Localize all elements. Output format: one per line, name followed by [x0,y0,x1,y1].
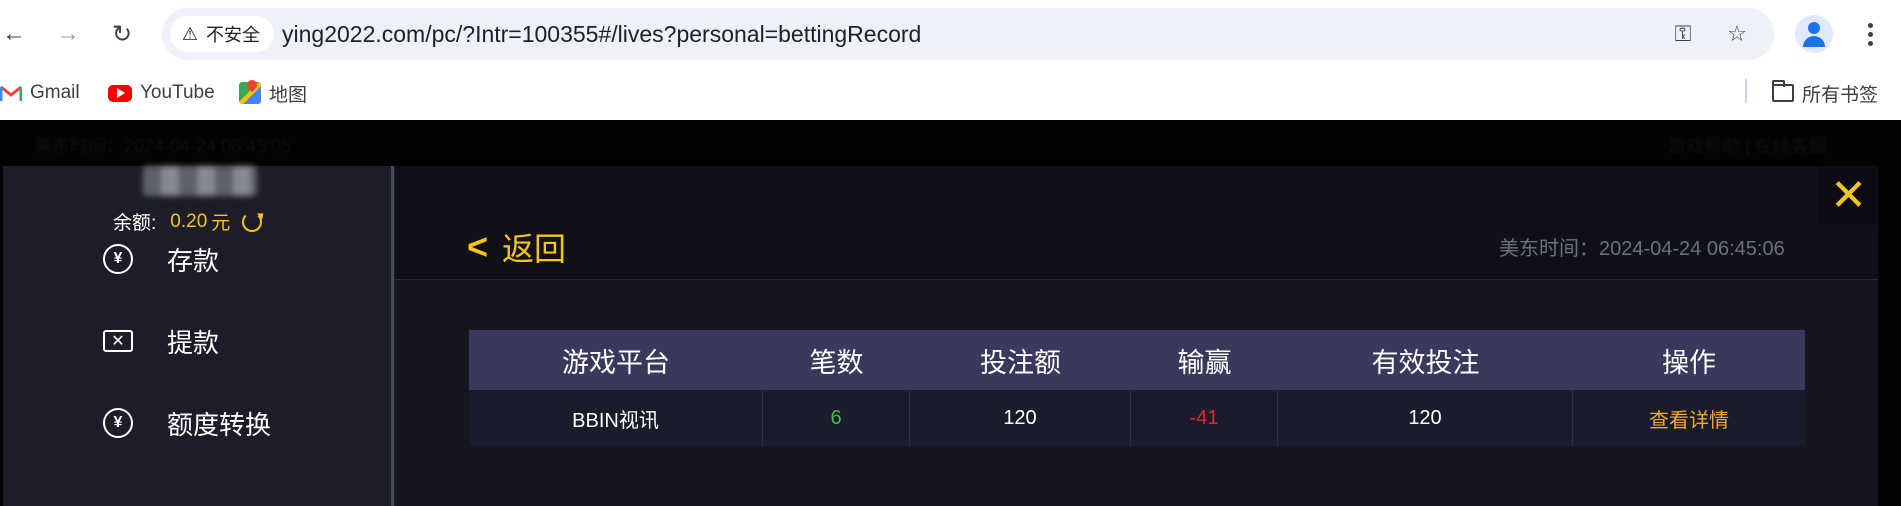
sidebar-item-label: 提款 [167,327,220,358]
valid-bet-cell: 120 [1278,390,1573,446]
browser-toolbar: ← → ↻ ⚠ 不安全 ying2022.com/pc/?Intr=100355… [0,0,1901,68]
sidebar-item-label: 存款 [167,245,220,276]
bookmarks-bar: Gmail YouTube 地图 所有书签 [0,68,1901,120]
sidebar-item-withdraw[interactable]: ✕ 提款 [103,316,219,366]
panel-header: < 返回 美东时间：2024-04-24 06:45:06 [395,166,1878,280]
table-row: BBIN视讯 6 120 -41 120 查看详情 [469,390,1805,446]
column-header: 操作 [1662,347,1716,378]
view-details-link[interactable]: 查看详情 [1573,390,1805,446]
address-bar[interactable]: ⚠ 不安全 ying2022.com/pc/?Intr=100355#/live… [162,8,1774,60]
bookmark-maps[interactable]: 地图 [239,78,307,108]
balance-row: 余额: 0.20 元 [113,208,263,235]
page-content: 美东时间：2024-04-24 06:45:05 游戏帮助 | 在线客服 余额:… [0,120,1901,506]
column-header: 游戏平台 [562,347,670,378]
back-button[interactable]: < 返回 [467,224,566,270]
betting-record-table: 游戏平台 笔数 投注额 输赢 有效投注 操作 BBIN视讯 6 120 -41 … [469,330,1805,446]
ticket-icon: ✕ [103,330,133,352]
column-header: 笔数 [809,347,864,378]
column-header: 投注额 [980,347,1061,378]
sidebar-item-deposit[interactable]: ¥ 存款 [103,234,219,284]
table-header: 游戏平台 笔数 投注额 输赢 有效投注 操作 [469,330,1805,390]
column-header: 有效投注 [1371,347,1480,378]
sidebar-item-transfer[interactable]: ¥ 额度转换 [103,398,271,448]
bookmark-label: 地图 [269,84,308,106]
bookmark-gmail[interactable]: Gmail [0,78,80,108]
refresh-icon[interactable] [242,211,263,232]
all-bookmarks-label: 所有书签 [1802,84,1879,106]
bookmarks-divider [1745,79,1747,103]
security-chip[interactable]: ⚠ 不安全 [170,16,274,52]
back-label: 返回 [502,231,567,267]
column-header: 输赢 [1177,347,1232,378]
security-label: 不安全 [206,25,260,45]
sidebar-item-label: 额度转换 [167,409,272,440]
betting-record-panel: < 返回 美东时间：2024-04-24 06:45:06 ✕ 游戏平台 笔数 … [395,166,1878,506]
reload-icon[interactable]: ↻ [102,14,142,54]
balance-unit: 元 [211,213,231,234]
star-icon[interactable]: ☆ [1722,19,1752,49]
all-bookmarks[interactable]: 所有书签 [1772,78,1878,108]
warning-triangle-icon: ⚠ [181,23,199,44]
username-blurred [143,166,257,196]
maps-icon [239,82,261,104]
more-menu-icon[interactable] [1855,14,1885,54]
key-icon[interactable]: ⚿ [1668,19,1698,49]
yuan-icon: ¥ [103,244,133,274]
balance-amount: 0.20 [170,210,208,232]
forward-arrow-icon[interactable]: → [48,14,88,54]
chevron-left-icon: < [467,226,489,267]
platform-cell: BBIN视讯 [469,390,763,446]
youtube-icon [108,84,132,102]
gmail-icon [0,85,23,102]
folder-icon [1772,80,1794,102]
bookmark-label: Gmail [30,82,80,103]
url-text[interactable]: ying2022.com/pc/?Intr=100355#/lives?pers… [282,21,921,48]
sidebar-divider [391,166,394,506]
count-cell: 6 [763,390,910,446]
profile-avatar-icon[interactable] [1795,15,1833,53]
bookmark-label: YouTube [140,82,215,103]
bet-amount-cell: 120 [910,390,1131,446]
account-sidebar: 余额: 0.20 元 ¥ 存款 ✕ 提款 ¥ 额度转换 [3,166,395,506]
close-icon[interactable]: ✕ [1819,166,1878,225]
exchange-icon: ¥ [103,408,133,438]
eastern-time: 美东时间：2024-04-24 06:45:06 [1499,238,1785,260]
win-loss-cell: -41 [1131,390,1278,446]
bookmark-youtube[interactable]: YouTube [108,78,215,108]
balance-label: 余额: [113,213,157,234]
back-arrow-icon[interactable]: ← [0,14,34,54]
